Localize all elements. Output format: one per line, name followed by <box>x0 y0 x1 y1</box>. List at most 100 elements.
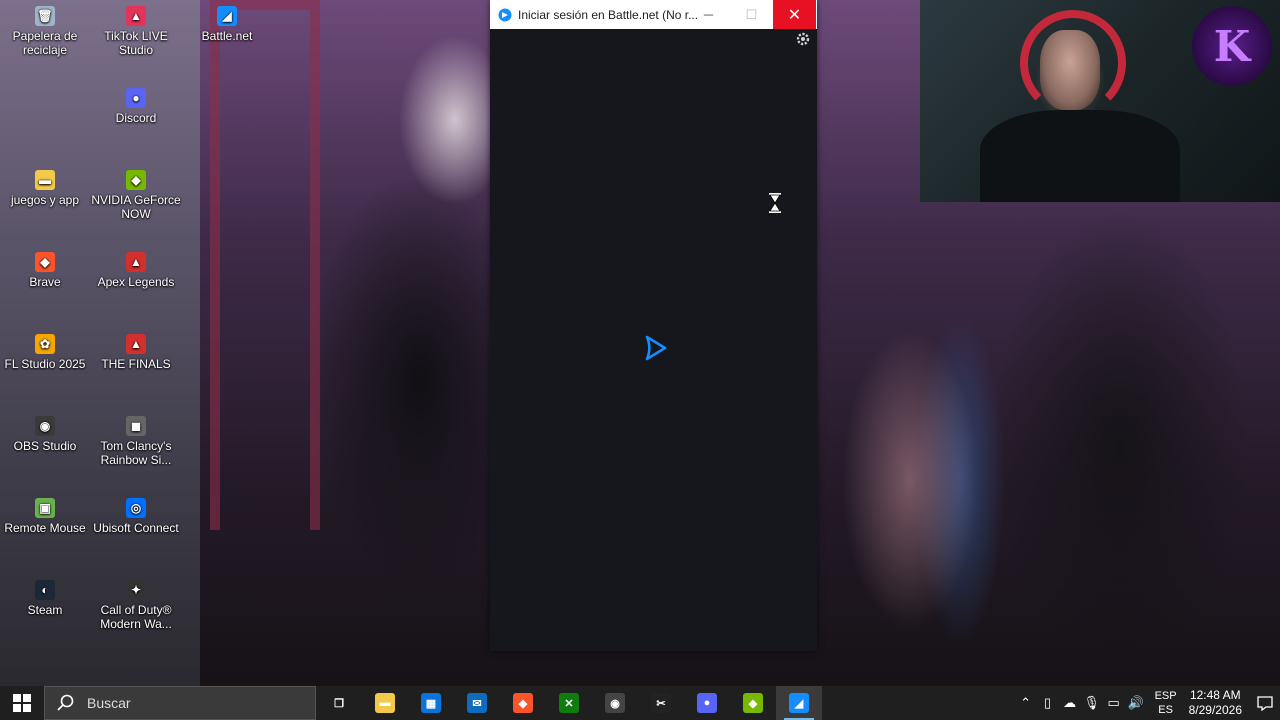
desktop-icon-juegos-y-app[interactable]: ▬ juegos y app <box>0 164 90 207</box>
desktop-icon-brave[interactable]: ◆ Brave <box>0 246 90 289</box>
app-icon: 🗑 <box>35 6 55 26</box>
taskbar: ❐ ▬ ▦ ✉ ◆ ✕ ◉ ✂ ● ◆ ◢ ⌃ ▯ ☁ 🎙 ▭ 🔊 ESP ES 12:48 AM … <box>0 686 1280 720</box>
desktop-icon-steam[interactable]: ◐ Steam <box>0 574 90 617</box>
tray-overflow-icon[interactable]: ⌃ <box>1015 695 1037 711</box>
notification-button[interactable] <box>1250 695 1280 711</box>
taskbar-app-battle-net[interactable]: ◢ <box>776 686 822 720</box>
desktop-icon-label: Apex Legends <box>97 275 175 289</box>
capcut-icon: ✂ <box>651 693 671 713</box>
app-icon: ◆ <box>126 170 146 190</box>
desktop-icon-discord[interactable]: ● Discord <box>91 82 181 125</box>
streamer-logo: K <box>1192 6 1272 86</box>
app-icon: ◉ <box>35 416 55 436</box>
hourglass-cursor-icon <box>769 193 781 213</box>
close-icon: ✕ <box>787 6 802 24</box>
desktop-icon-label: NVIDIA GeForce NOW <box>91 193 181 221</box>
desktop-icon-label: Brave <box>29 275 61 289</box>
app-icon: ◆ <box>35 252 55 272</box>
taskbar-app-file-explorer[interactable]: ▬ <box>362 686 408 720</box>
outlook-icon: ✉ <box>467 693 487 713</box>
close-button[interactable]: ✕ <box>773 0 816 29</box>
system-tray: ⌃ ▯ ☁ 🎙 ▭ 🔊 ESP ES 12:48 AM 8/29/2026 <box>1015 686 1280 720</box>
taskbar-app-brave[interactable]: ◆ <box>500 686 546 720</box>
network-icon[interactable]: ▭ <box>1103 695 1125 711</box>
app-icon: ◢ <box>217 6 237 26</box>
desktop-icon-label: Call of Duty® Modern Wa... <box>100 603 172 631</box>
battlenet-login-window[interactable]: Iniciar sesión en Battle.net (No r... ─ … <box>490 0 817 651</box>
tray-cloud-icon[interactable]: ☁ <box>1059 695 1081 711</box>
desktop-icon-tiktok-live-studio[interactable]: ▲ TikTok LIVE Studio <box>91 0 181 57</box>
gear-icon[interactable] <box>795 31 811 47</box>
desktop-icon-ubisoft-connect[interactable]: ◎ Ubisoft Connect <box>91 492 181 535</box>
app-icon: ✿ <box>35 334 55 354</box>
desktop-icon-label: Ubisoft Connect <box>93 521 179 535</box>
windows-logo-icon <box>13 694 31 712</box>
webcam-overlay: K <box>920 0 1280 202</box>
volume-icon[interactable]: 🔊 <box>1125 695 1147 711</box>
keyboard-layout: ES <box>1158 704 1173 716</box>
search-input[interactable] <box>85 694 289 712</box>
taskbar-app-microsoft-store[interactable]: ▦ <box>408 686 454 720</box>
window-title: Iniciar sesión en Battle.net (No r... <box>518 7 699 22</box>
taskbar-app-capcut[interactable]: ✂ <box>638 686 684 720</box>
battle-net-icon: ◢ <box>789 693 809 713</box>
start-button[interactable] <box>0 686 44 720</box>
minimize-button[interactable]: ─ <box>687 0 730 29</box>
xbox-icon: ✕ <box>559 693 579 713</box>
app-icon: ◎ <box>126 498 146 518</box>
desktop-icon-label: Tom Clancy's Rainbow Si... <box>100 439 172 467</box>
app-icon: ▲ <box>126 6 146 26</box>
desktop-icon-fl-studio-2025[interactable]: ✿ FL Studio 2025 <box>0 328 90 371</box>
webcam-person-body <box>980 110 1180 202</box>
desktop-icon-remote-mouse[interactable]: ▣ Remote Mouse <box>0 492 90 535</box>
app-icon: ▲ <box>126 252 146 272</box>
tray-device-icon[interactable]: ▯ <box>1037 695 1059 711</box>
taskbar-app-task-view[interactable]: ❐ <box>316 686 362 720</box>
desktop-icon-obs-studio[interactable]: ◉ OBS Studio <box>0 410 90 453</box>
desktop-icon-nvidia-geforce-now[interactable]: ◆ NVIDIA GeForce NOW <box>91 164 181 221</box>
loading-spinner-icon <box>645 335 667 361</box>
desktop-icon-papelera-de-reciclaje[interactable]: 🗑 Papelera de reciclaje <box>0 0 90 57</box>
language-code: ESP <box>1154 690 1177 702</box>
desktop-icon-label: Steam <box>27 603 63 617</box>
desktop-icon-tom-clancy-s-rainbow-si[interactable]: ◼ Tom Clancy's Rainbow Si... <box>91 410 181 467</box>
task-view-icon: ❐ <box>334 697 344 710</box>
desktop-icon-label: FL Studio 2025 <box>4 357 86 371</box>
desktop-icon-label: OBS Studio <box>13 439 77 453</box>
search-icon <box>57 694 74 711</box>
desktop-icon-call-of-duty-modern-wa[interactable]: ✦ Call of Duty® Modern Wa... <box>91 574 181 631</box>
app-icon: ◼ <box>126 416 146 436</box>
app-icon: ▣ <box>35 498 55 518</box>
desktop-icon-label: TikTok LIVE Studio <box>104 29 168 57</box>
file-explorer-icon: ▬ <box>375 693 395 713</box>
desktop-icon-label: Discord <box>115 111 157 125</box>
desktop-icon-label: THE FINALS <box>101 357 171 371</box>
desktop-icon-battle-net[interactable]: ◢ Battle.net <box>182 0 272 43</box>
notification-icon <box>1257 696 1273 711</box>
maximize-icon: ☐ <box>745 6 758 22</box>
obs-icon: ◉ <box>605 693 625 713</box>
app-icon: ▬ <box>35 170 55 190</box>
taskbar-app-xbox[interactable]: ✕ <box>546 686 592 720</box>
desktop-icon-the-finals[interactable]: ▲ THE FINALS <box>91 328 181 371</box>
maximize-button[interactable]: ☐ <box>730 0 773 29</box>
taskbar-pinned-apps: ❐ ▬ ▦ ✉ ◆ ✕ ◉ ✂ ● ◆ ◢ <box>316 686 822 720</box>
desktop-icon-apex-legends[interactable]: ▲ Apex Legends <box>91 246 181 289</box>
app-icon: ◐ <box>35 580 55 600</box>
taskbar-app-outlook[interactable]: ✉ <box>454 686 500 720</box>
clock[interactable]: 12:48 AM 8/29/2026 <box>1189 688 1242 718</box>
input-language[interactable]: ESP ES <box>1155 689 1177 717</box>
desktop-icon-label: Remote Mouse <box>4 521 86 535</box>
taskbar-search[interactable] <box>44 686 316 720</box>
app-icon: ✦ <box>126 580 146 600</box>
desktop-icon-label: juegos y app <box>10 193 80 207</box>
taskbar-app-nvidia[interactable]: ◆ <box>730 686 776 720</box>
clock-date: 8/29/2026 <box>1188 703 1242 717</box>
wallpaper-arch <box>210 0 320 530</box>
minimize-icon: ─ <box>703 7 714 22</box>
taskbar-app-discord[interactable]: ● <box>684 686 730 720</box>
window-titlebar[interactable]: Iniciar sesión en Battle.net (No r... ─ … <box>490 0 817 29</box>
microphone-icon[interactable]: 🎙 <box>1081 695 1103 711</box>
app-icon: ▲ <box>126 334 146 354</box>
taskbar-app-obs[interactable]: ◉ <box>592 686 638 720</box>
